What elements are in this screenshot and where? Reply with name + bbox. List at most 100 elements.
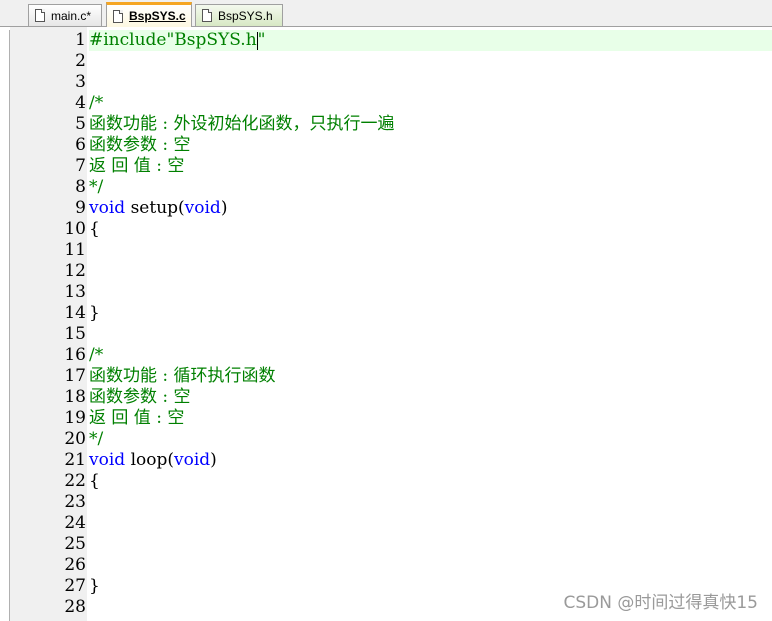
watermark: CSDN @时间过得真快15: [563, 593, 758, 613]
code-text[interactable]: 函数参数 : 空: [89, 387, 772, 408]
line-number: 2: [75, 51, 86, 71]
code-line[interactable]: 14}: [0, 303, 772, 324]
line-number: 5: [75, 114, 86, 134]
comment-token: */: [89, 429, 104, 449]
code-line[interactable]: 7返 回 值 : 空: [0, 156, 772, 177]
code-line[interactable]: 18 函数参数 : 空: [0, 387, 772, 408]
code-text[interactable]: /*: [89, 93, 772, 114]
editor-tab-bar: main.c* BspSYS.c BspSYS.h: [0, 0, 772, 27]
keyword-token: void: [89, 450, 126, 470]
code-text[interactable]: {: [89, 471, 772, 492]
code-line[interactable]: 22{: [0, 471, 772, 492]
code-token: ): [220, 198, 228, 218]
line-number: 28: [64, 597, 86, 617]
tab-main-c[interactable]: main.c*: [28, 4, 102, 26]
code-line[interactable]: 5 函数功能 : 外设初始化函数，只执行一遍: [0, 114, 772, 135]
line-number: 14: [64, 303, 86, 323]
comment-token: 函数参数 : 空: [89, 135, 191, 155]
tab-label: BspSYS.c: [129, 9, 186, 23]
code-line[interactable]: 8 */: [0, 177, 772, 198]
code-lines: 1 #include"BspSYS.h" 2 3 4/* 5 函数功能 : 外设初始化函数，…: [0, 30, 772, 618]
code-line[interactable]: 24: [0, 513, 772, 534]
code-token: ): [210, 450, 217, 470]
code-text[interactable]: */: [89, 177, 772, 198]
code-line[interactable]: 4/*: [0, 93, 772, 114]
tab-bspsys-c[interactable]: BspSYS.c: [106, 2, 192, 27]
line-number: 12: [64, 261, 86, 281]
code-token: loop(: [125, 450, 174, 470]
code-token: {: [89, 219, 100, 239]
line-number: 18: [64, 387, 86, 407]
comment-token: 函数参数 : 空: [89, 387, 191, 407]
code-text[interactable]: }: [89, 303, 772, 324]
code-line[interactable]: 21 void loop(void): [0, 450, 772, 471]
code-text[interactable]: */: [89, 429, 772, 450]
code-text[interactable]: 返 回 值 : 空: [89, 156, 772, 177]
code-line[interactable]: 3: [0, 72, 772, 93]
code-text[interactable]: 函数功能 : 循环执行函数: [89, 366, 772, 387]
comment-token: /*: [89, 93, 104, 113]
code-line[interactable]: 10{: [0, 219, 772, 240]
line-number: 4: [75, 93, 86, 113]
c-file-icon: [35, 9, 45, 22]
line-number: 8: [75, 177, 86, 197]
line-number: 7: [75, 156, 86, 176]
code-line[interactable]: 17 函数功能 : 循环执行函数: [0, 366, 772, 387]
code-editor[interactable]: 1 #include"BspSYS.h" 2 3 4/* 5 函数功能 : 外设初始化函数，…: [0, 27, 772, 621]
comment-token: 返 回 值 : 空: [89, 156, 185, 176]
line-number: 3: [75, 72, 86, 92]
code-token: }: [89, 576, 100, 596]
code-line[interactable]: 25: [0, 534, 772, 555]
code-text[interactable]: void setup(void): [89, 198, 772, 219]
line-number: 11: [64, 240, 86, 260]
code-line[interactable]: 16/*: [0, 345, 772, 366]
preprocessor-token: ": [257, 30, 266, 50]
line-number: 22: [64, 471, 86, 491]
line-number: 13: [64, 282, 86, 302]
code-text[interactable]: /*: [89, 345, 772, 366]
tab-label: BspSYS.h: [218, 8, 273, 23]
line-number: 24: [64, 513, 86, 533]
line-number: 9: [75, 198, 86, 218]
line-number: 16: [64, 345, 86, 365]
code-line[interactable]: 1 #include"BspSYS.h": [0, 30, 772, 51]
code-text[interactable]: #include"BspSYS.h": [89, 30, 772, 51]
code-token: }: [89, 303, 100, 323]
line-number: 27: [64, 576, 86, 596]
line-number: 26: [64, 555, 86, 575]
line-number: 1: [75, 30, 86, 50]
line-number: 17: [64, 366, 86, 386]
c-file-icon: [113, 9, 123, 23]
code-line[interactable]: 11: [0, 240, 772, 261]
code-line[interactable]: 13: [0, 282, 772, 303]
line-number: 23: [64, 492, 86, 512]
line-number: 6: [75, 135, 86, 155]
keyword-token: void: [184, 198, 221, 218]
code-line[interactable]: 12: [0, 261, 772, 282]
code-text[interactable]: 返 回 值 : 空: [89, 408, 772, 429]
line-number: 25: [64, 534, 86, 554]
code-text[interactable]: 函数功能 : 外设初始化函数，只执行一遍: [89, 114, 772, 135]
code-line[interactable]: 19 返 回 值 : 空: [0, 408, 772, 429]
code-line[interactable]: 15: [0, 324, 772, 345]
code-line[interactable]: 23: [0, 492, 772, 513]
line-number: 19: [64, 408, 86, 428]
code-text[interactable]: {: [89, 219, 772, 240]
tab-bspsys-h[interactable]: BspSYS.h: [195, 4, 283, 26]
keyword-token: void: [89, 198, 126, 218]
code-line[interactable]: 26: [0, 555, 772, 576]
comment-token: 返 回 值 : 空: [89, 408, 185, 428]
tab-label: main.c*: [51, 8, 92, 23]
code-line[interactable]: 20 */: [0, 429, 772, 450]
code-line[interactable]: 6 函数参数 : 空: [0, 135, 772, 156]
code-line[interactable]: 2: [0, 51, 772, 72]
keyword-token: void: [174, 450, 211, 470]
code-line[interactable]: 9 void setup(void): [0, 198, 772, 219]
code-token: setup(: [125, 198, 185, 218]
code-token: {: [89, 471, 100, 491]
code-text[interactable]: 函数参数 : 空: [89, 135, 772, 156]
code-text[interactable]: void loop(void): [89, 450, 772, 471]
comment-token: */: [89, 177, 104, 197]
line-number: 21: [64, 450, 86, 470]
comment-token: /*: [89, 345, 104, 365]
